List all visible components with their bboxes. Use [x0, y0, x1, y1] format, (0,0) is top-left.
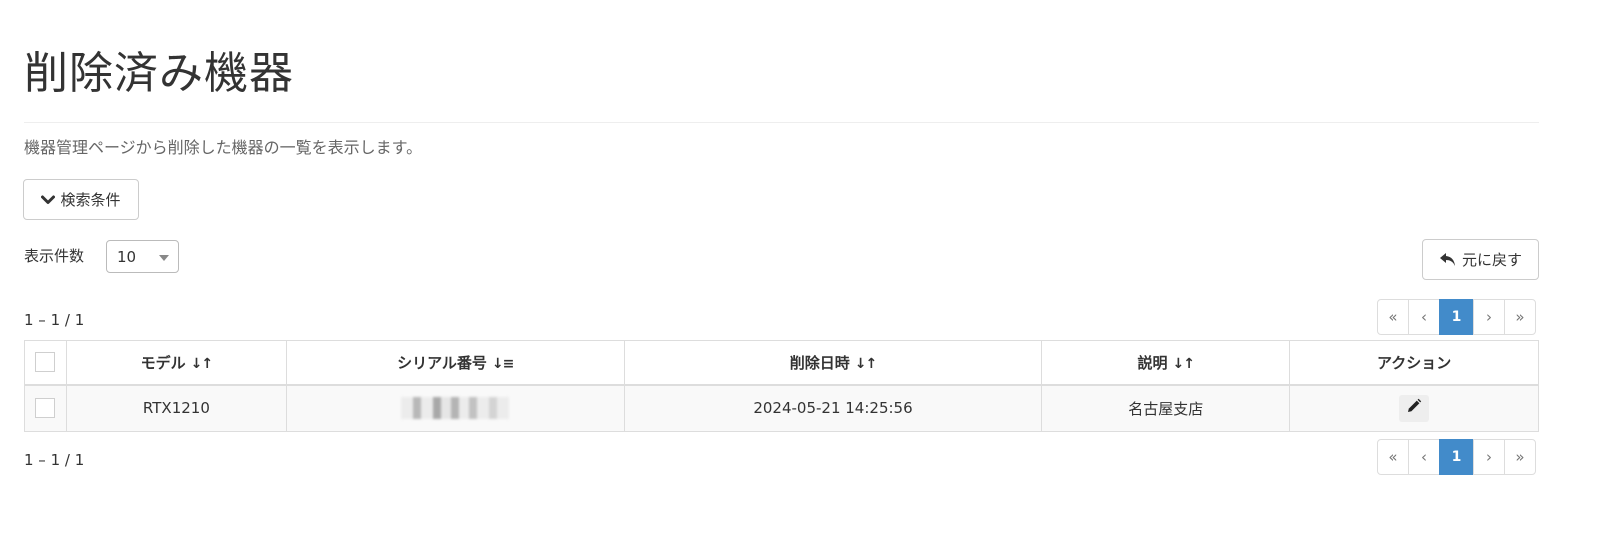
column-header-model[interactable]: モデル ↓↑	[65, 340, 287, 386]
undo-icon	[1439, 252, 1457, 268]
pencil-icon	[1406, 398, 1422, 418]
pagination-current-page[interactable]: 1	[1439, 299, 1474, 335]
pagination-current-page[interactable]: 1	[1439, 439, 1474, 475]
pagination-prev[interactable]: ‹	[1408, 439, 1440, 475]
sort-icon: ↓↑	[1172, 355, 1195, 372]
column-label-model: モデル	[140, 353, 186, 372]
row-checkbox[interactable]	[35, 398, 56, 419]
back-button[interactable]: 元に戻す	[1422, 239, 1539, 280]
cell-deleted-at: 2024-05-21 14:25:56	[623, 384, 1043, 432]
pagination-first[interactable]: «	[1377, 299, 1409, 335]
chevron-down-icon	[41, 195, 56, 205]
cell-action	[1289, 384, 1539, 432]
column-label-action: アクション	[1376, 353, 1452, 372]
pagination-next[interactable]: ›	[1473, 439, 1505, 475]
sort-icon: ↓↑	[854, 355, 877, 372]
page-size-select[interactable]: 10	[106, 240, 179, 273]
deleted-devices-page: 削除済み機器 機器管理ページから削除した機器の一覧を表示します。 検索条件 表示…	[0, 0, 1600, 551]
pagination-first[interactable]: «	[1377, 439, 1409, 475]
pagination-top: « ‹ 1 › »	[1377, 299, 1536, 335]
pagination-last[interactable]: »	[1504, 439, 1536, 475]
serial-number-redacted	[401, 397, 510, 420]
cell-model: RTX1210	[65, 384, 287, 432]
search-toggle-label: 検索条件	[60, 191, 121, 209]
page-description: 機器管理ページから削除した機器の一覧を表示します。	[24, 138, 423, 157]
sort-icon: ↓↑	[190, 355, 213, 372]
edit-button[interactable]	[1399, 394, 1430, 422]
page-size-label: 表示件数	[24, 247, 85, 265]
column-label-serial: シリアル番号	[397, 353, 487, 372]
row-select-cell	[24, 384, 67, 432]
deleted-devices-table: モデル ↓↑ シリアル番号 ↓≡ 削除日時 ↓↑ 説明 ↓↑ アクション RTX1210…	[24, 340, 1539, 432]
select-caret-icon	[159, 255, 169, 261]
select-all-checkbox[interactable]	[35, 352, 56, 373]
result-range-top: 1 – 1 / 1	[24, 311, 85, 329]
result-range-bottom: 1 – 1 / 1	[24, 451, 85, 469]
pagination-next[interactable]: ›	[1473, 299, 1505, 335]
search-conditions-toggle[interactable]: 検索条件	[23, 179, 139, 220]
column-header-action: アクション	[1289, 340, 1539, 386]
table-row: RTX1210 2024-05-21 14:25:56 名古屋支店	[24, 384, 1539, 432]
cell-description: 名古屋支店	[1041, 384, 1291, 432]
pagination-bottom: « ‹ 1 › »	[1377, 439, 1536, 475]
title-divider	[24, 122, 1539, 123]
sort-descending-icon: ↓≡	[491, 355, 514, 372]
column-header-deleted-at[interactable]: 削除日時 ↓↑	[623, 340, 1043, 386]
back-button-label: 元に戻す	[1461, 251, 1522, 269]
cell-serial	[285, 384, 625, 432]
page-size-value: 10	[117, 247, 137, 266]
column-header-serial[interactable]: シリアル番号 ↓≡	[285, 340, 625, 386]
column-label-deleted-at: 削除日時	[789, 353, 850, 372]
pagination-prev[interactable]: ‹	[1408, 299, 1440, 335]
select-all-cell	[24, 340, 67, 386]
page-title: 削除済み機器	[24, 48, 294, 99]
column-header-description[interactable]: 説明 ↓↑	[1041, 340, 1291, 386]
column-label-description: 説明	[1137, 353, 1168, 372]
table-header-row: モデル ↓↑ シリアル番号 ↓≡ 削除日時 ↓↑ 説明 ↓↑ アクション	[24, 340, 1539, 386]
pagination-last[interactable]: »	[1504, 299, 1536, 335]
